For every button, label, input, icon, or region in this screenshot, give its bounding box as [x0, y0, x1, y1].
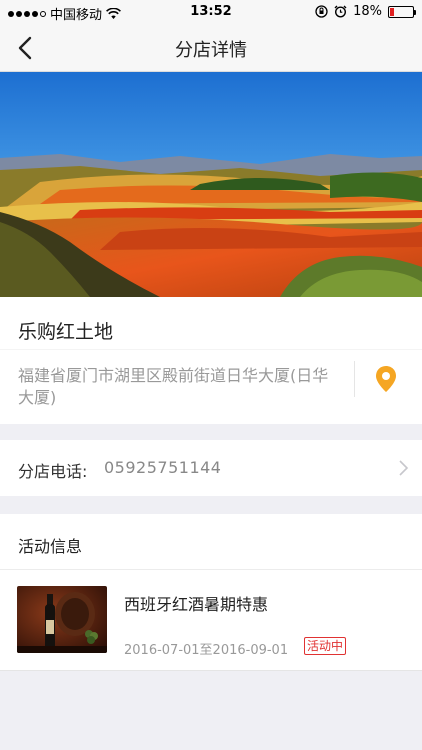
activity-item[interactable]: 西班牙红酒暑期特惠 2016-07-01至2016-09-01 活动中 — [0, 570, 422, 670]
status-right: 18% — [315, 4, 416, 19]
activity-section: 活动信息 西班牙红酒暑期特惠 2016-07-01至2016-09-01 活动中 — [0, 514, 422, 671]
battery-icon — [388, 5, 416, 18]
nav-bar: 分店详情 — [0, 24, 422, 72]
battery-level — [390, 7, 394, 16]
activity-title: 西班牙红酒暑期特惠 — [124, 595, 269, 614]
activity-thumbnail — [17, 586, 107, 653]
shop-banner-image — [0, 72, 422, 297]
divider — [354, 361, 355, 397]
phone-number: 05925751144 — [104, 458, 222, 477]
alarm-icon — [334, 5, 347, 18]
divider — [0, 349, 422, 350]
map-pin-icon[interactable] — [374, 365, 398, 393]
phone-label: 分店电话: — [18, 462, 88, 481]
shop-name: 乐购红土地 — [18, 321, 114, 343]
status-bar: 中国移动 13:52 18% — [0, 0, 422, 24]
activity-date-range: 2016-07-01至2016-09-01 — [124, 643, 289, 658]
shop-info-card: 乐购红土地 福建省厦门市湖里区殿前街道日华大厦(日华大厦) — [0, 297, 422, 424]
section-title: 活动信息 — [18, 537, 83, 556]
chevron-right-icon — [399, 460, 409, 476]
divider — [0, 670, 422, 671]
shop-phone-row[interactable]: 分店电话: 05925751144 — [0, 440, 422, 496]
battery-percent: 18% — [353, 4, 382, 19]
status-badge: 活动中 — [304, 637, 347, 655]
orientation-lock-icon — [315, 5, 328, 18]
page-title: 分店详情 — [175, 40, 247, 61]
shop-address: 福建省厦门市湖里区殿前街道日华大厦(日华大厦) — [18, 366, 329, 407]
